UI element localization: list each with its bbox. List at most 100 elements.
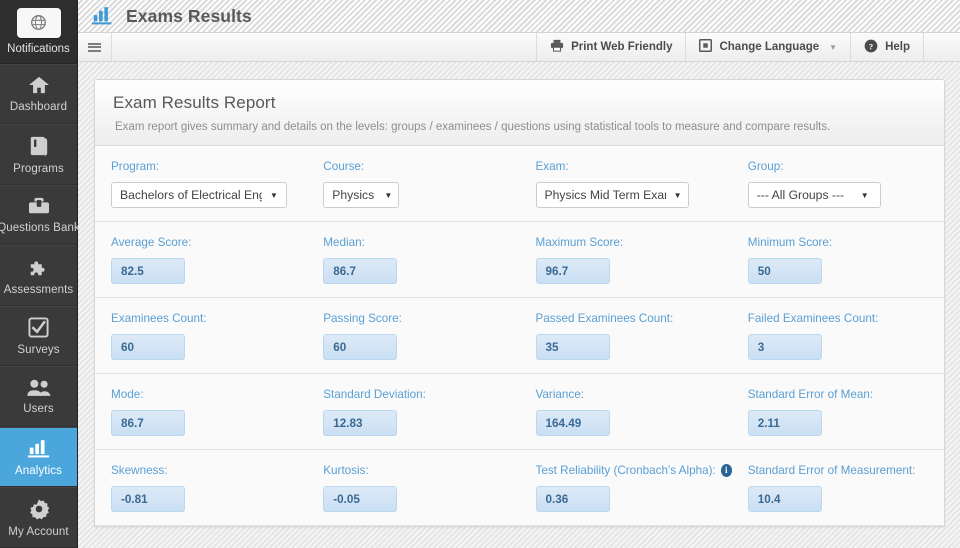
stats-row: Examinees Count: 60 Passing Score: 60 Pa…: [95, 298, 944, 374]
print-web-friendly-label: Print Web Friendly: [571, 41, 673, 53]
stat-minimum-score: Minimum Score: 50: [732, 236, 944, 284]
mode-value: 86.7: [111, 410, 185, 436]
filter-course: Course: Physics I ▼: [307, 160, 519, 208]
stat-failed-examinees-count: Failed Examinees Count: 3: [732, 312, 944, 360]
stat-variance: Variance: 164.49: [520, 388, 732, 436]
filter-label: Group:: [747, 160, 784, 173]
sidebar-item-dashboard[interactable]: Dashboard: [0, 63, 77, 125]
program-select-value: Bachelors of Electrical Engin: [120, 188, 262, 202]
stat-label: Standard Error of Mean:: [747, 388, 874, 401]
filter-program: Program: Bachelors of Electrical Engin ▼: [95, 160, 307, 208]
question-circle-icon: ?: [864, 39, 878, 56]
chevron-down-icon: ▼: [384, 190, 393, 200]
chevron-down-icon: ▼: [829, 42, 838, 52]
gear-icon: [28, 498, 50, 520]
exam-select-value: Physics Mid Term Exam: [544, 188, 666, 202]
toolbar-end: [924, 33, 960, 61]
stat-label: Minimum Score:: [747, 236, 833, 249]
sidebar-item-analytics[interactable]: Analytics: [0, 426, 77, 488]
checkbox-icon: [28, 317, 49, 338]
skewness-value: -0.81: [111, 486, 185, 512]
stat-mode: Mode: 86.7: [95, 388, 307, 436]
chevron-down-icon: ▼: [673, 190, 682, 200]
stat-maximum-score: Maximum Score: 96.7: [520, 236, 732, 284]
exam-results-panel: Exam Results Report Exam report gives su…: [94, 79, 945, 527]
maximum-score-value: 96.7: [535, 258, 610, 284]
sidebar-item-my-account[interactable]: My Account: [0, 487, 77, 548]
info-icon[interactable]: i: [720, 464, 732, 477]
stat-label-wrap: Test Reliability (Cronbach's Alpha): i: [536, 464, 732, 477]
toolbar-spacer: [112, 33, 538, 61]
course-select-value: Physics I: [332, 188, 377, 202]
stat-standard-error-of-measurement: Standard Error of Measurement: 10.4: [732, 464, 944, 512]
print-web-friendly-button[interactable]: Print Web Friendly: [537, 33, 687, 61]
stat-label: Skewness:: [111, 464, 168, 477]
filter-exam: Exam: Physics Mid Term Exam ▼: [520, 160, 732, 208]
stat-label: Kurtosis:: [323, 464, 369, 477]
sidebar-item-programs[interactable]: Programs: [0, 124, 77, 185]
minimum-score-value: 50: [747, 258, 822, 284]
printer-icon: [550, 39, 564, 55]
users-icon: [26, 378, 52, 397]
hamburger-icon[interactable]: [78, 33, 112, 61]
sidebar-item-users[interactable]: Users: [0, 366, 77, 427]
failed-examinees-count-value: 3: [747, 334, 822, 360]
sidebar: Notifications Dashboard Programs Questio…: [0, 0, 80, 548]
help-label: Help: [885, 41, 910, 53]
median-value: 86.7: [323, 258, 398, 284]
standard-error-of-measurement-value: 10.4: [747, 486, 822, 512]
average-score-value: 82.5: [111, 258, 185, 284]
sidebar-item-notifications[interactable]: Notifications: [0, 0, 77, 64]
variance-value: 164.49: [535, 410, 610, 436]
bar-chart-icon: [92, 6, 115, 26]
exam-select[interactable]: Physics Mid Term Exam ▼: [535, 182, 689, 208]
book-icon: [29, 135, 49, 157]
panel-header: Exam Results Report Exam report gives su…: [95, 80, 944, 146]
sidebar-item-label: Analytics: [15, 464, 62, 477]
hamburger-glyph: [88, 41, 101, 53]
svg-text:?: ?: [869, 41, 873, 51]
puzzle-icon: [28, 256, 50, 278]
sidebar-item-assessments[interactable]: Assessments: [0, 245, 77, 306]
stat-passing-score: Passing Score: 60: [307, 312, 519, 360]
stat-standard-deviation: Standard Deviation: 12.83: [307, 388, 519, 436]
stats-row: Skewness: -0.81 Kurtosis: -0.05 Test Rel…: [95, 450, 944, 526]
stat-label: Standard Deviation:: [323, 388, 426, 401]
globe-icon: [16, 7, 61, 38]
sidebar-item-label: Questions Bank: [0, 222, 80, 235]
stat-average-score: Average Score: 82.5: [95, 236, 307, 284]
sidebar-item-label: My Account: [8, 525, 69, 538]
sidebar-item-label: Users: [23, 403, 54, 416]
page-title: Exams Results: [126, 5, 252, 26]
course-select[interactable]: Physics I ▼: [323, 182, 400, 208]
sidebar-item-questions-bank[interactable]: Questions Bank: [0, 184, 80, 246]
stat-median: Median: 86.7: [307, 236, 519, 284]
stat-kurtosis: Kurtosis: -0.05: [307, 464, 519, 512]
toolbox-icon: [27, 196, 51, 216]
home-icon: [28, 75, 50, 95]
app-header: Exams Results: [78, 0, 960, 33]
stat-label: Passing Score:: [323, 312, 402, 325]
filter-label: Course:: [323, 160, 365, 173]
change-language-button[interactable]: Change Language ▼: [686, 33, 852, 61]
sidebar-item-surveys[interactable]: Surveys: [0, 305, 77, 367]
help-button[interactable]: ? Help: [851, 33, 924, 61]
brand: Exams Results: [78, 6, 252, 27]
stat-label: Test Reliability (Cronbach's Alpha):: [535, 464, 716, 477]
group-select[interactable]: --- All Groups --- ▼: [747, 182, 881, 208]
stat-label: Variance:: [535, 388, 585, 401]
program-select[interactable]: Bachelors of Electrical Engin ▼: [111, 182, 287, 208]
stat-label: Standard Error of Measurement:: [747, 464, 916, 477]
stat-skewness: Skewness: -0.81: [95, 464, 307, 512]
kurtosis-value: -0.05: [323, 486, 398, 512]
passing-score-value: 60: [323, 334, 398, 360]
chevron-down-icon: ▼: [860, 190, 869, 200]
sidebar-item-label: Dashboard: [9, 101, 68, 114]
panel-title: Exam Results Report: [113, 93, 276, 112]
window-icon: [699, 39, 713, 55]
stat-label: Median:: [323, 236, 365, 249]
standard-deviation-value: 12.83: [323, 410, 398, 436]
stat-label: Failed Examinees Count:: [747, 312, 879, 325]
main-area: Exams Results Print Web Friendly Change …: [78, 0, 960, 548]
stat-label: Examinees Count:: [111, 312, 207, 325]
